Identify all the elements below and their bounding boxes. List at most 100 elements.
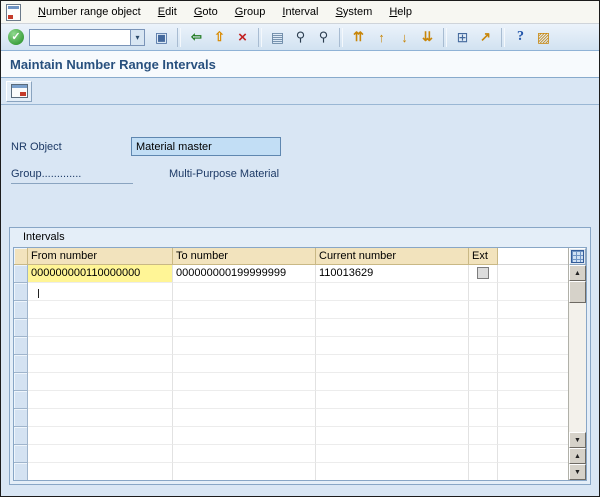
menu-item-system[interactable]: System [329, 3, 380, 21]
ext-cell [469, 265, 498, 283]
save-icon[interactable]: ▣ [151, 27, 172, 48]
title-bar: Maintain Number Range Intervals [1, 51, 599, 78]
help-icon[interactable]: ? [510, 27, 531, 48]
cancel-icon[interactable]: × [232, 27, 253, 48]
column-header-current-number[interactable]: Current number [316, 248, 469, 265]
table-row: 000000000110000000 000000000199999999 11… [14, 265, 568, 283]
table-row [14, 445, 568, 463]
row-selector[interactable] [14, 265, 28, 283]
sap-window: Number range object Edit Goto Group Inte… [0, 0, 600, 497]
scrollbar-thumb[interactable] [569, 281, 586, 303]
intervals-group-box: Intervals From number To number Current … [9, 227, 591, 485]
column-header-ext[interactable]: Ext [469, 248, 498, 265]
table-columns: From number To number Current number Ext… [14, 248, 568, 480]
find-icon[interactable]: ⚲ [290, 27, 311, 48]
application-toolbar [1, 78, 599, 105]
current-number-cell[interactable]: 110013629 [316, 265, 469, 283]
table-row [14, 283, 568, 301]
scroll-up-button[interactable]: ▲ [569, 265, 586, 281]
header-filler [498, 248, 568, 265]
group-label: Group............. [11, 168, 133, 184]
last-page-icon[interactable]: ⇊ [417, 27, 438, 48]
display-change-icon [10, 84, 28, 98]
page-down-icon: ▼ [574, 468, 581, 476]
row-selector[interactable] [14, 319, 28, 337]
table-row [14, 463, 568, 480]
table-row [14, 427, 568, 445]
menu-item-goto[interactable]: Goto [187, 3, 225, 21]
command-field-wrap: ▾ [29, 28, 145, 46]
row-selector[interactable] [14, 373, 28, 391]
toolbar-buttons: ▣ ⇦ ⇧ × ▤ ⚲ ⚲ ⇈ ↑ ↓ ⇊ ⊞ ↗ ? ▨ [150, 27, 555, 48]
scroll-down-button[interactable]: ▼ [569, 432, 586, 448]
menu-item-edit[interactable]: Edit [151, 3, 184, 21]
next-page-icon[interactable]: ↓ [394, 27, 415, 48]
scroll-up-icon: ▲ [574, 269, 581, 277]
row-filler [498, 265, 568, 283]
menu-item-number-range-object[interactable]: Number range object [31, 3, 148, 21]
intervals-caption: Intervals [23, 231, 65, 243]
text-cursor [38, 289, 39, 298]
previous-page-icon[interactable]: ↑ [371, 27, 392, 48]
standard-toolbar: ✓ ▾ ▣ ⇦ ⇧ × ▤ ⚲ ⚲ ⇈ ↑ ↓ ⇊ ⊞ ↗ ? ▨ [1, 24, 599, 51]
system-menu-icon[interactable] [6, 3, 21, 21]
ext-checkbox[interactable] [477, 267, 489, 279]
content-area: NR Object Group............. Multi-Purpo… [1, 105, 599, 496]
toolbar-separator [443, 27, 447, 47]
new-session-icon[interactable]: ⊞ [452, 27, 473, 48]
menu-bar: Number range object Edit Goto Group Inte… [1, 1, 599, 24]
table-row [14, 301, 568, 319]
first-page-icon[interactable]: ⇈ [348, 27, 369, 48]
row-selector[interactable] [14, 391, 28, 409]
scroll-down-icon: ▼ [574, 436, 581, 444]
menu-item-group[interactable]: Group [228, 3, 273, 21]
customize-layout-icon[interactable]: ▨ [533, 27, 554, 48]
nr-object-label: NR Object [11, 141, 62, 153]
page-title: Maintain Number Range Intervals [10, 56, 216, 72]
column-header-to-number[interactable]: To number [173, 248, 316, 265]
table-control-column: ▲ ▼ ▲ ▼ [568, 248, 586, 480]
enter-button[interactable]: ✓ [5, 27, 27, 48]
exit-icon[interactable]: ⇧ [209, 27, 230, 48]
command-input[interactable] [29, 28, 130, 46]
row-selector[interactable] [14, 445, 28, 463]
toolbar-separator [339, 27, 343, 47]
command-dropdown-button[interactable]: ▾ [130, 28, 145, 46]
select-all-cell[interactable] [14, 248, 28, 265]
toolbar-separator [177, 27, 181, 47]
row-selector[interactable] [14, 283, 28, 301]
menu-item-help[interactable]: Help [382, 3, 419, 21]
chevron-down-icon: ▾ [135, 32, 140, 42]
row-selector[interactable] [14, 409, 28, 427]
nr-object-field[interactable] [131, 137, 281, 156]
row-selector[interactable] [14, 427, 28, 445]
table-data-rows: 000000000110000000 000000000199999999 11… [14, 265, 568, 283]
toolbar-separator [501, 27, 505, 47]
column-header-from-number[interactable]: From number [28, 248, 173, 265]
print-icon[interactable]: ▤ [267, 27, 288, 48]
page-down-button[interactable]: ▼ [569, 464, 586, 480]
page-up-button[interactable]: ▲ [569, 448, 586, 464]
row-selector[interactable] [14, 337, 28, 355]
table-row [14, 391, 568, 409]
row-selector[interactable] [14, 301, 28, 319]
table-row [14, 355, 568, 373]
back-icon[interactable]: ⇦ [186, 27, 207, 48]
toolbar-separator [258, 27, 262, 47]
table-row [14, 337, 568, 355]
menu-items: Number range object Edit Goto Group Inte… [31, 3, 419, 21]
table-settings-button[interactable] [569, 248, 586, 265]
row-selector[interactable] [14, 355, 28, 373]
row-selector[interactable] [14, 463, 28, 480]
create-shortcut-icon[interactable]: ↗ [475, 27, 496, 48]
display-change-button[interactable] [6, 80, 32, 102]
find-next-icon[interactable]: ⚲ [313, 27, 334, 48]
menu-item-interval[interactable]: Interval [275, 3, 325, 21]
from-number-cell[interactable]: 000000000110000000 [28, 265, 173, 283]
to-number-cell[interactable]: 000000000199999999 [173, 265, 316, 283]
scrollbar-track[interactable] [569, 303, 586, 432]
page-up-icon: ▲ [574, 452, 581, 460]
table-header-row: From number To number Current number Ext [14, 248, 568, 265]
intervals-table: From number To number Current number Ext… [13, 247, 587, 481]
table-settings-icon [571, 250, 584, 263]
